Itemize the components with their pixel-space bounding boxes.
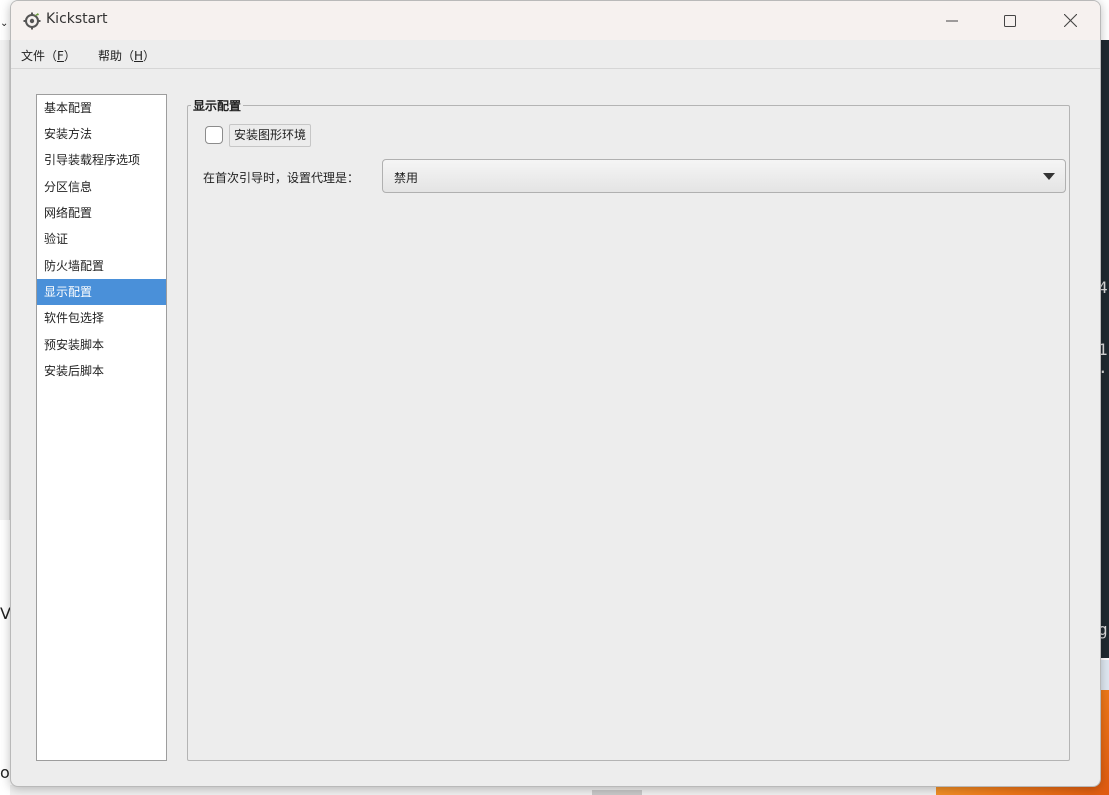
- sidebar-item-partition[interactable]: 分区信息: [37, 174, 166, 200]
- install-graphical-label[interactable]: 安装图形环境: [229, 124, 312, 147]
- minimize-icon: [946, 20, 958, 21]
- sidebar-item-firewall[interactable]: 防火墙配置: [37, 253, 166, 279]
- first-boot-agent-value: 禁用: [394, 171, 419, 185]
- sidebar-item-authentication[interactable]: 验证: [37, 226, 166, 252]
- sidebar-item-network[interactable]: 网络配置: [37, 200, 166, 226]
- menu-file-label-end: ）: [63, 49, 76, 63]
- menu-help[interactable]: 帮助（H）: [98, 47, 155, 64]
- sidebar-item-install-method[interactable]: 安装方法: [37, 121, 166, 147]
- sidebar-item-pre-script[interactable]: 预安装脚本: [37, 332, 166, 358]
- config-category-list: 基本配置 安装方法 引导装载程序选项 分区信息 网络配置 验证 防火墙配置 显示…: [36, 94, 167, 761]
- menu-file-mnemonic: F: [57, 49, 64, 63]
- background-chevron-icon: ⌄: [0, 18, 9, 29]
- menu-help-label: 帮助（: [98, 49, 135, 63]
- dropdown-arrow-icon: [1043, 173, 1055, 180]
- menu-help-mnemonic: H: [134, 49, 144, 63]
- kickstart-gear-icon: [23, 12, 41, 30]
- menu-file[interactable]: 文件（F）: [21, 47, 76, 64]
- first-boot-agent-label: 在首次引导时，设置代理是：: [203, 171, 360, 185]
- menu-help-label-end: ）: [143, 49, 156, 63]
- sidebar-item-basic[interactable]: 基本配置: [37, 95, 166, 121]
- sidebar-item-packages[interactable]: 软件包选择: [37, 305, 166, 331]
- sidebar-item-bootloader[interactable]: 引导装载程序选项: [37, 147, 166, 173]
- close-icon: [1063, 14, 1077, 27]
- maximize-icon: [1004, 14, 1016, 27]
- menu-bar: 文件（F） 帮助（H）: [11, 40, 1100, 69]
- background-scroll-indicator: [592, 790, 642, 795]
- display-config-group: [187, 105, 1070, 761]
- group-title: 显示配置: [191, 97, 244, 114]
- first-boot-agent-select[interactable]: 禁用: [382, 159, 1066, 193]
- title-bar[interactable]: Kickstart: [11, 1, 1100, 40]
- background-window-edge: [0, 40, 10, 520]
- kickstart-window: Kickstart 文件（F） 帮助（H） 基本配置 安装方法 引导装载程序选项…: [10, 0, 1101, 787]
- sidebar-item-display[interactable]: 显示配置: [37, 279, 166, 305]
- window-title: Kickstart: [46, 11, 108, 27]
- menu-file-label: 文件（: [21, 49, 58, 63]
- minimize-button[interactable]: [923, 1, 981, 40]
- sidebar-item-post-script[interactable]: 安装后脚本: [37, 358, 166, 384]
- install-graphical-checkbox[interactable]: [205, 126, 223, 144]
- close-button[interactable]: [1041, 1, 1099, 40]
- maximize-button[interactable]: [981, 1, 1039, 40]
